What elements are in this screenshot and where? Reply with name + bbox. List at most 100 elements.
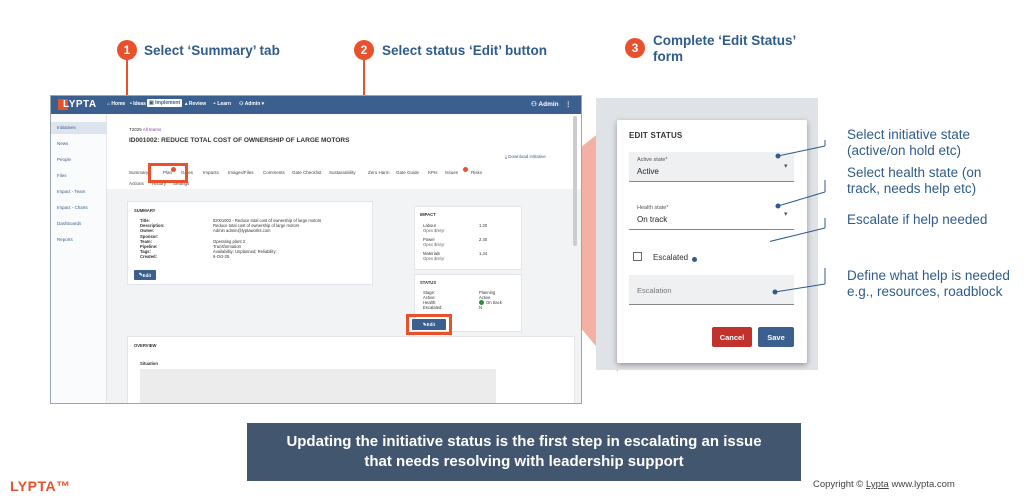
nav-home[interactable]: ⌂ Home [107, 101, 125, 107]
copyright-link[interactable]: Lypta [866, 479, 889, 490]
more-menu-icon[interactable]: ⋮ [565, 100, 572, 108]
copyright-prefix: Copyright © [813, 479, 866, 490]
status-value: On track [486, 300, 502, 305]
escalated-label: Escalated [653, 253, 689, 262]
summary-row: Created: 6-Oct-25 [140, 254, 321, 259]
modal-title: EDIT STATUS [629, 131, 683, 140]
impact-sub: Opex $m/yr [423, 228, 445, 233]
breadcrumb-team: T2025 [129, 127, 142, 132]
nav-ideas[interactable]: • Ideas [130, 101, 146, 107]
status-value: N [479, 305, 483, 310]
breadcrumb-link[interactable]: All teams [143, 127, 162, 132]
nav-learn[interactable]: ◓ Learn [213, 101, 231, 107]
summary-fields: Title: ID001002 - Reduce total cost of ow… [140, 218, 321, 260]
status-edit-button[interactable]: ✎ Edit [412, 319, 446, 330]
tab-risks[interactable]: Risks [471, 170, 482, 175]
cancel-button[interactable]: Cancel [712, 327, 752, 347]
summary-card: SUMMARY Title: ID001002 - Reduce total co… [127, 201, 373, 285]
step-2-number: 2 [354, 40, 374, 60]
tab-images-files[interactable]: Images/Files [228, 170, 254, 175]
footer-logo: LYPTA™ [10, 478, 71, 494]
main-scrollbar[interactable] [573, 116, 577, 246]
app-logo: LYPTA [63, 99, 97, 110]
save-button[interactable]: Save [758, 327, 794, 347]
nav-home-label: Home [111, 101, 126, 107]
impact-value: 1.20 [479, 223, 488, 228]
annotation-line: track, needs help etc) [847, 181, 977, 196]
copyright: Copyright © Lypta www.lypta.com [813, 479, 955, 490]
subtab-actions[interactable]: Actions [129, 181, 144, 186]
impact-sub: Opex $m/yr [423, 256, 445, 261]
sidebar-item-people[interactable]: People [51, 154, 107, 166]
impact-sub: Opex $m/yr [423, 242, 445, 247]
escalated-checkbox[interactable] [633, 252, 642, 261]
download-initiative-link[interactable]: ⤓ Download initiative [505, 154, 546, 159]
sidebar-item-dashboards[interactable]: Dashboards [51, 218, 107, 230]
step-2-label: Select status ‘Edit’ button [382, 43, 548, 58]
annotation-line: Select initiative state [847, 127, 971, 142]
sidebar-item-impact-charts[interactable]: Impact - Charts [51, 202, 107, 214]
health-state-label: Health state* [637, 205, 669, 211]
annotation-line: Select health state (on [847, 165, 982, 180]
status-key: Escalated: [423, 305, 443, 310]
escalated-connector-dot [692, 257, 697, 262]
tab-gate-guide[interactable]: Gate Guide [396, 170, 419, 175]
tab-issues[interactable]: Issues [445, 170, 458, 175]
situation-textarea[interactable] [140, 369, 496, 403]
sidebar: Initiatives News People Files Impact - T… [51, 114, 107, 403]
sidebar-item-news[interactable]: News [51, 138, 107, 150]
escalation-placeholder: Escalation [637, 286, 672, 295]
summary-value: 6-Oct-25 [213, 254, 230, 260]
active-state-value: Active [637, 167, 659, 176]
nav-review[interactable]: ▴ Review [185, 101, 206, 107]
nav-admin[interactable]: ⚇ Admin ▾ [239, 101, 264, 107]
nav-ideas-label: Ideas [133, 101, 146, 107]
banner-line-2: that needs resolving with leadership sup… [364, 453, 684, 470]
app-screenshot: LYPTA ⌂ Home • Ideas ▣ Implement ▴ Revie… [50, 95, 582, 404]
tab-kpis[interactable]: KPIs [428, 170, 438, 175]
health-state-value: On track [637, 215, 668, 224]
tab-issues-badge [463, 167, 468, 172]
summary-edit-button[interactable]: ✎ Edit [134, 270, 156, 280]
annotation-escalation-help: Define what help is needed e.g., resourc… [847, 268, 1010, 300]
page-title: ID001002: REDUCE TOTAL COST OF OWNERSHIP… [129, 137, 350, 144]
breadcrumb: T2025 All teams [129, 127, 161, 132]
step-1-label: Select ‘Summary’ tab [144, 43, 280, 58]
tab-impacts[interactable]: Impacts [203, 170, 219, 175]
tab-sustainability[interactable]: Sustainability [329, 170, 356, 175]
download-label: Download initiative [508, 154, 546, 159]
annotation-line: Escalate if help needed [847, 212, 988, 227]
summary-tab-highlight [148, 163, 188, 183]
tab-gate-checklist[interactable]: Gate Checklist [292, 170, 321, 175]
summary-key: Created: [140, 254, 157, 260]
annotation-line: (active/on hold etc) [847, 143, 962, 158]
nav-implement-label: Implement [155, 100, 181, 106]
step-1-number: 1 [117, 40, 137, 60]
step-3-label-line1: Complete ‘Edit Status’ [653, 33, 797, 48]
overview-card: OVERVIEW Situation [127, 336, 575, 403]
annotation-escalate: Escalate if help needed [847, 212, 987, 228]
nav-review-label: Review [188, 101, 207, 107]
impact-card: IMPACT Labour Opex $m/yr 1.20 Power Opex… [414, 206, 522, 270]
nav-implement[interactable]: ▣ Implement [147, 99, 183, 107]
sidebar-item-impact-team[interactable]: Impact - Team [51, 186, 107, 198]
tab-summary[interactable]: Summary [129, 170, 148, 175]
impact-value: 2.40 [479, 237, 488, 242]
summary-value: Admin admin@lyptaworks.com [213, 228, 271, 234]
sidebar-item-files[interactable]: Files [51, 170, 107, 182]
situation-label: Situation [140, 361, 158, 366]
banner-line-1: Updating the initiative status is the fi… [286, 433, 762, 450]
impact-title: IMPACT [420, 212, 436, 217]
summary-banner: Updating the initiative status is the fi… [247, 423, 801, 481]
tab-zero-harm[interactable]: Zero Harm [368, 170, 390, 175]
annotation-connectors [770, 140, 826, 295]
step-3-label-line2: form [653, 49, 683, 64]
sidebar-item-initiatives[interactable]: Initiatives [51, 122, 107, 134]
copyright-suffix: www.lypta.com [888, 479, 955, 490]
sidebar-item-reports[interactable]: Reports [51, 234, 107, 246]
nav-learn-label: Learn [217, 101, 232, 107]
tab-comments[interactable]: Comments [263, 170, 285, 175]
status-title: STATUS [420, 280, 437, 285]
user-menu[interactable]: ⚇ Admin [531, 100, 559, 108]
nav-admin-label: Admin [244, 101, 261, 107]
